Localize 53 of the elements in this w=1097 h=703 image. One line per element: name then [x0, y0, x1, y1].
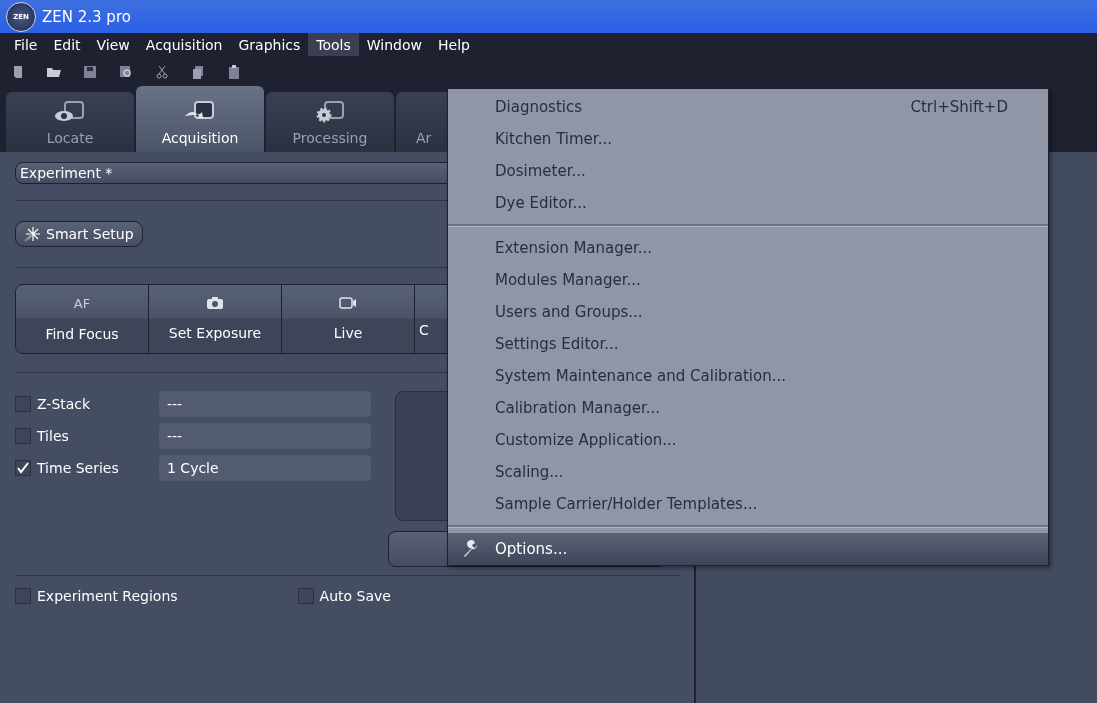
option-label: Time Series	[37, 460, 120, 476]
menu-item[interactable]: Graphics	[230, 33, 309, 56]
menu-item[interactable]: Extension Manager...	[448, 232, 1048, 264]
menu-item[interactable]: Help	[430, 33, 478, 56]
menu-item[interactable]: Calibration Manager...	[448, 392, 1048, 424]
action-button[interactable]: Live	[282, 285, 415, 353]
shortcut-label: Ctrl+Shift+D	[910, 98, 1008, 116]
menu-item[interactable]: Acquisition	[137, 33, 231, 56]
save-icon[interactable]	[82, 64, 98, 80]
checkbox[interactable]	[15, 396, 31, 412]
action-button[interactable]: Set Exposure	[149, 285, 282, 353]
menu-item[interactable]: Dye Editor...	[448, 187, 1048, 219]
option-label: Auto Save	[319, 588, 391, 604]
summary-field: 1 Cycle	[159, 455, 371, 481]
tab[interactable]: Locate	[6, 92, 134, 152]
menu-item[interactable]: System Maintenance and Calibration...	[448, 360, 1048, 392]
preview-icon[interactable]	[118, 64, 134, 80]
menu-item[interactable]: Kitchen Timer...	[448, 123, 1048, 155]
summary-field: ---	[159, 423, 371, 449]
checkbox[interactable]	[297, 588, 314, 604]
eye-icon	[53, 100, 87, 124]
smart-setup-button[interactable]: Smart Setup	[15, 221, 143, 247]
video-camera-icon	[339, 297, 357, 309]
menu-item[interactable]: Window	[358, 33, 430, 56]
menu-item[interactable]: File	[6, 33, 46, 56]
menu-item[interactable]: Scaling...	[448, 456, 1048, 488]
menu-item[interactable]: View	[88, 33, 138, 56]
clipboard-icon[interactable]	[226, 64, 242, 80]
checkbox[interactable]	[15, 460, 31, 476]
menu-item[interactable]: Modules Manager...	[448, 264, 1048, 296]
checkbox[interactable]	[15, 428, 31, 444]
copy-icon[interactable]	[190, 64, 206, 80]
menu-item[interactable]: Sample Carrier/Holder Templates...	[448, 488, 1048, 520]
menu-item[interactable]: Diagnostics Ctrl+Shift+D	[448, 91, 1048, 123]
camera-icon	[207, 297, 223, 309]
checkbox[interactable]	[15, 588, 31, 604]
magic-wand-icon	[24, 226, 40, 242]
menu-item[interactable]: Settings Editor...	[448, 328, 1048, 360]
summary-field: ---	[159, 391, 371, 417]
menu-item[interactable]: Options...	[448, 533, 1048, 565]
option-label: Z-Stack	[37, 396, 92, 412]
menu-item[interactable]: Edit	[45, 33, 89, 56]
tab[interactable]: Acquisition	[136, 86, 264, 152]
menu-item[interactable]: Users and Groups...	[448, 296, 1048, 328]
autofocus-label: AF	[73, 296, 91, 312]
scissors-icon[interactable]	[154, 64, 170, 80]
option-label: Experiment Regions	[37, 588, 178, 604]
tab[interactable]: Processing	[266, 92, 394, 152]
option-label: Tiles	[37, 428, 70, 444]
menu-item[interactable]: Tools	[308, 33, 359, 56]
action-button[interactable]: AF Find Focus	[16, 285, 149, 353]
menu-item[interactable]: Customize Application...	[448, 424, 1048, 456]
window-title: ZEN 2.3 pro	[42, 7, 131, 26]
